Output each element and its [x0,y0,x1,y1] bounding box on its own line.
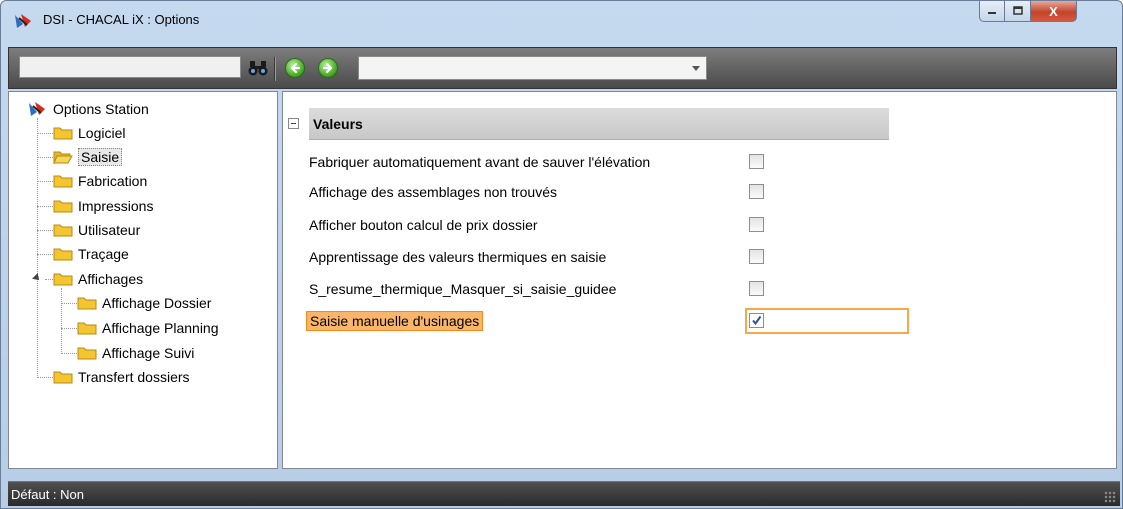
property-grid: Valeurs Fabriquer automatiquement avant … [282,91,1117,469]
tree-item-affichage-suivi[interactable]: Affichage Suivi [77,343,194,363]
property-checkbox[interactable] [749,281,764,296]
folder-icon [53,127,73,140]
tree-connector [61,353,77,354]
property-value-editor[interactable] [745,308,909,334]
folder-icon [77,347,97,360]
status-text: Défaut : Non [11,486,84,502]
folder-icon [53,224,73,237]
property-checkbox-checked[interactable] [749,313,764,328]
close-icon: X [1049,3,1058,19]
tree-connector [37,157,53,158]
tree-item-saisie[interactable]: Saisie [53,147,123,167]
binoculars-icon[interactable] [247,58,269,78]
toolbar-separator [274,57,276,81]
property-checkbox[interactable] [749,154,764,169]
close-button[interactable]: X [1031,1,1077,22]
tree-item-tracage[interactable]: Traçage [53,244,129,264]
group-header-valeurs[interactable]: Valeurs [309,108,889,140]
property-row: Fabriquer automatiquement avant de sauve… [309,150,889,174]
tree-item-affichage-dossier[interactable]: Affichage Dossier [77,293,211,313]
options-station-icon [29,102,45,116]
tree-connector [37,133,53,134]
tree-connector [37,181,53,182]
folder-icon [77,297,97,310]
options-window: DSI - CHACAL iX : Options X Options Stat… [0,0,1123,509]
property-label: Affichage des assemblages non trouvés [309,184,558,200]
options-tree: Options Station Logiciel Saisie Fabricat… [8,91,278,469]
chevron-down-icon [692,66,700,71]
title-bar[interactable]: DSI - CHACAL iX : Options X [1,1,1122,39]
property-row: Affichage des assemblages non trouvés [309,180,889,204]
tree-item-affichage-planning[interactable]: Affichage Planning [77,318,219,338]
tree-connector [37,377,53,378]
folder-icon [77,322,97,335]
tree-item-fabrication[interactable]: Fabrication [53,171,147,191]
folder-icon [53,175,73,188]
maximize-button[interactable] [1005,1,1031,22]
property-row-selected[interactable]: Saisie manuelle d'usinages [306,308,909,334]
tree-connector [45,279,53,280]
back-button[interactable] [285,58,305,78]
arrow-right-icon [322,62,333,74]
caption-buttons: X [979,1,1119,23]
tree-item-utilisateur[interactable]: Utilisateur [53,220,140,240]
minimize-button[interactable] [979,1,1005,22]
maximize-icon [1012,6,1023,15]
search-input[interactable] [19,56,241,78]
property-checkbox[interactable] [749,249,764,264]
tree-connector [61,303,77,304]
property-label: Apprentissage des valeurs thermiques en … [309,249,607,265]
expand-arrow-icon[interactable] [32,273,42,283]
forward-button[interactable] [318,58,338,78]
property-label: Afficher bouton calcul de prix dossier [309,217,538,233]
tree-connector [37,206,53,207]
property-row: S_resume_thermique_Masquer_si_saisie_gui… [309,277,889,301]
property-row: Afficher bouton calcul de prix dossier [309,213,889,237]
tree-item-transfert-dossiers[interactable]: Transfert dossiers [53,367,190,387]
status-bar: Défaut : Non [8,481,1120,506]
folder-icon [53,273,73,286]
tree-item-impressions[interactable]: Impressions [53,196,153,216]
tree-connector [61,288,62,354]
options-combo[interactable] [358,56,707,80]
property-checkbox[interactable] [749,184,764,199]
minimize-icon [988,12,996,14]
collapse-group-icon[interactable] [288,118,299,129]
folder-icon [53,371,73,384]
tree-connector [37,254,53,255]
folder-open-icon [53,151,73,164]
tree-connector [61,328,77,329]
tree-item-logiciel[interactable]: Logiciel [53,123,125,143]
folder-icon [53,248,73,261]
tree-item-affichages[interactable]: Affichages [53,269,143,289]
checkmark-icon [752,315,762,326]
property-label: S_resume_thermique_Masquer_si_saisie_gui… [309,281,617,297]
property-label: Fabriquer automatiquement avant de sauve… [309,154,651,170]
app-icon [15,14,31,28]
property-row: Apprentissage des valeurs thermiques en … [309,245,889,269]
property-checkbox[interactable] [749,217,764,232]
tree-connector [37,230,53,231]
tree-root-label: Options Station [53,101,149,117]
tree-root[interactable]: Options Station [27,100,149,118]
folder-icon [53,200,73,213]
window-title: DSI - CHACAL iX : Options [43,12,200,27]
property-label: Saisie manuelle d'usinages [306,311,484,331]
arrow-left-icon [290,62,301,74]
resize-grip-icon[interactable] [1104,491,1116,503]
toolbar [8,47,1117,89]
